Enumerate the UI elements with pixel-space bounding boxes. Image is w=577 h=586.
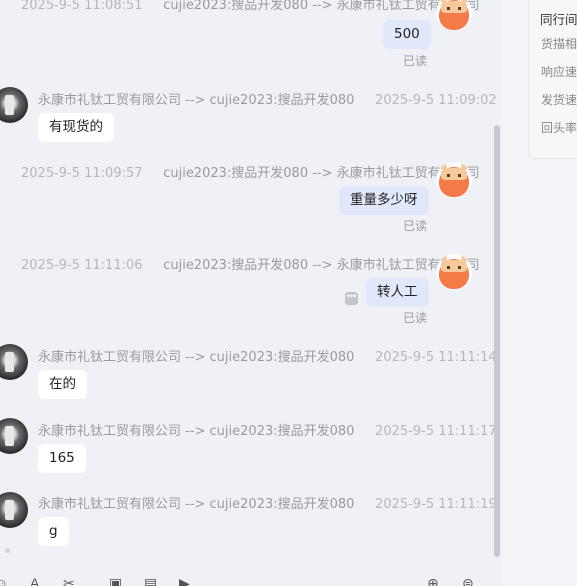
seller-avatar[interactable]	[436, 0, 472, 31]
message-bubble[interactable]: g	[38, 517, 69, 546]
image-icon[interactable]: ▣	[109, 576, 125, 586]
message-header: 2025-9-5 11:08:51 cujie2023:搜品开发080 --> …	[21, 0, 480, 13]
message-header: 2025-9-5 11:11:06 cujie2023:搜品开发080 --> …	[21, 254, 480, 273]
ellipsis-icon[interactable]: •••	[345, 292, 358, 305]
message-time: 2025-9-5 11:09:57	[21, 166, 143, 181]
message-time: 2025-9-5 11:11:17	[375, 424, 497, 439]
read-status: 已读	[403, 54, 428, 68]
scrollbar-thumb[interactable]	[494, 125, 500, 557]
message-header: 永康市礼钛工贸有限公司 --> cujie2023:搜品开发080 2025-9…	[38, 346, 497, 365]
message-route: 永康市礼钛工贸有限公司 --> cujie2023:搜品开发080	[38, 350, 355, 365]
folder-icon[interactable]: ▤	[144, 576, 160, 586]
message-bubble[interactable]: 重量多少呀	[339, 186, 429, 215]
font-icon[interactable]: A	[30, 576, 46, 586]
read-status: 已读	[403, 219, 428, 233]
message-route: cujie2023:搜品开发080 --> 永康市礼钛工贸有限公司	[163, 0, 480, 13]
read-status: 已读	[403, 311, 428, 325]
message-time: 2025-9-5 11:11:06	[21, 258, 143, 273]
message-route: 永康市礼钛工贸有限公司 --> cujie2023:搜品开发080	[38, 497, 355, 512]
side-panel-title: 同行间	[540, 12, 577, 27]
message-route: cujie2023:搜品开发080 --> 永康市礼钛工贸有限公司	[163, 258, 480, 273]
message-header: 永康市礼钛工贸有限公司 --> cujie2023:搜品开发080 2025-9…	[38, 89, 497, 108]
seller-avatar[interactable]	[436, 254, 472, 290]
message-time: 2025-9-5 11:08:51	[21, 0, 143, 13]
stat-repeat: 回头率	[541, 121, 577, 135]
message-header: 2025-9-5 11:09:57 cujie2023:搜品开发080 --> …	[21, 162, 480, 181]
message-time: 2025-9-5 11:09:02	[375, 93, 497, 108]
quick-reply-icon[interactable]: ⊜	[462, 576, 478, 586]
message-bubble[interactable]: 转人工	[366, 278, 429, 307]
message-bubble[interactable]: 500	[383, 20, 431, 49]
message-time: 2025-9-5 11:11:14	[375, 350, 497, 365]
message-route: 永康市礼钛工贸有限公司 --> cujie2023:搜品开发080	[38, 93, 355, 108]
buyer-avatar[interactable]	[0, 418, 28, 454]
message-route: 永康市礼钛工贸有限公司 --> cujie2023:搜品开发080	[38, 424, 355, 439]
stat-response: 响应速	[541, 65, 577, 79]
message-bubble[interactable]: 在的	[38, 370, 87, 399]
message-header: 永康市礼钛工贸有限公司 --> cujie2023:搜品开发080 2025-9…	[38, 420, 497, 439]
chat-panel: 2025-9-5 11:08:51 cujie2023:搜品开发080 --> …	[0, 0, 502, 586]
emoji-icon[interactable]: ☺	[0, 576, 10, 586]
add-icon[interactable]: ⊕	[427, 576, 443, 586]
message-route: cujie2023:搜品开发080 --> 永康市礼钛工贸有限公司	[163, 166, 480, 181]
buyer-avatar[interactable]	[0, 344, 28, 380]
stat-description: 货描相	[541, 37, 577, 51]
message-bubble[interactable]: 165	[38, 444, 86, 473]
message-bubble[interactable]: 有现货的	[38, 113, 114, 142]
pager-dot	[5, 548, 10, 553]
seller-avatar[interactable]	[436, 162, 472, 198]
stat-shipping: 发货速	[541, 93, 577, 107]
message-time: 2025-9-5 11:11:19	[375, 497, 497, 512]
buyer-avatar[interactable]	[0, 87, 28, 123]
scissors-icon[interactable]: ✂	[63, 576, 79, 586]
buyer-avatar[interactable]	[0, 492, 28, 528]
input-toolbar: ☺ A ✂ ▣ ▤ ▶ ⊕ ⊜	[0, 566, 502, 586]
video-icon[interactable]: ▶	[179, 576, 195, 586]
message-header: 永康市礼钛工贸有限公司 --> cujie2023:搜品开发080 2025-9…	[38, 493, 497, 512]
